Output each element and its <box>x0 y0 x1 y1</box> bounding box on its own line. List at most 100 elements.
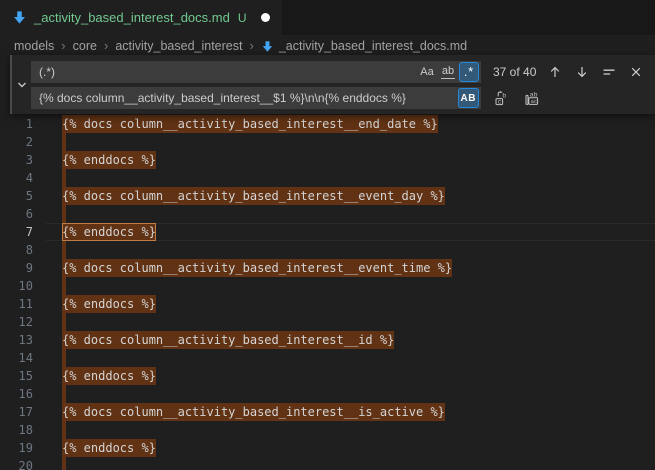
find-nav-buttons <box>544 62 655 83</box>
breadcrumb-separator: › <box>249 38 253 53</box>
line-content[interactable]: {% docs column__activity_based_interest_… <box>46 331 655 349</box>
code-line[interactable]: 15{% enddocs %} <box>0 367 655 385</box>
code-line[interactable]: 2 <box>0 133 655 151</box>
replace-input[interactable]: {% docs column__activity_based_interest_… <box>31 87 481 109</box>
line-number: 18 <box>0 421 46 439</box>
code-line[interactable]: 18 <box>0 421 655 439</box>
breadcrumb-item-file[interactable]: _activity_based_interest_docs.md <box>261 39 467 53</box>
breadcrumb-filename: _activity_based_interest_docs.md <box>279 39 467 53</box>
breadcrumb: models › core › activity_based_interest … <box>0 35 655 57</box>
line-content[interactable]: {% docs column__activity_based_interest_… <box>46 259 655 277</box>
empty-line-find-match <box>62 205 66 223</box>
code-line[interactable]: 6 <box>0 205 655 223</box>
empty-line-find-match <box>62 241 66 259</box>
line-content[interactable] <box>46 457 655 470</box>
code-line[interactable]: 4 <box>0 169 655 187</box>
code-line[interactable]: 12 <box>0 313 655 331</box>
code-editor[interactable]: 1{% docs column__activity_based_interest… <box>0 57 655 470</box>
code-line[interactable]: 5{% docs column__activity_based_interest… <box>0 187 655 205</box>
line-content[interactable] <box>46 421 655 439</box>
unsaved-changes-dot[interactable] <box>261 13 270 22</box>
svg-text:ac: ac <box>530 98 537 105</box>
regex-toggle[interactable]: .* <box>459 62 479 82</box>
replace-button[interactable]: b c <box>491 88 512 109</box>
code-line[interactable]: 11 {% enddocs %} <box>0 295 655 313</box>
line-content[interactable]: {% enddocs %} <box>46 151 655 169</box>
line-content[interactable]: {% enddocs %} <box>46 295 655 313</box>
line-content[interactable]: {% docs column__activity_based_interest_… <box>46 187 655 205</box>
line-content[interactable]: {% enddocs %} <box>46 367 655 385</box>
line-number: 2 <box>0 133 46 151</box>
empty-line-find-match <box>62 349 66 367</box>
code-line[interactable]: 14 <box>0 349 655 367</box>
line-content[interactable] <box>46 277 655 295</box>
line-number: 16 <box>0 385 46 403</box>
code-line[interactable]: 1{% docs column__activity_based_interest… <box>0 115 655 133</box>
code-line[interactable]: 19{% enddocs %} <box>0 439 655 457</box>
code-lines: 1{% docs column__activity_based_interest… <box>0 115 655 470</box>
next-match-button[interactable] <box>571 62 592 83</box>
breadcrumb-item-core[interactable]: core <box>73 39 97 53</box>
find-options: Aa ab .* <box>417 62 479 82</box>
line-number: 5 <box>0 187 46 205</box>
line-number: 11 <box>0 295 46 313</box>
line-content[interactable] <box>46 133 655 151</box>
match-case-toggle[interactable]: Aa <box>417 62 437 82</box>
whole-word-toggle[interactable]: ab <box>438 62 458 82</box>
find-input[interactable]: (.*) Aa ab .* <box>31 61 481 83</box>
line-content[interactable]: {% docs column__activity_based_interest_… <box>46 403 655 421</box>
line-content[interactable]: {% docs column__activity_based_interest_… <box>46 115 655 133</box>
line-content[interactable] <box>46 241 655 259</box>
toggle-replace-button[interactable] <box>12 55 31 114</box>
breadcrumb-item-models[interactable]: models <box>14 39 54 53</box>
selection-lines-icon <box>601 64 617 80</box>
line-content[interactable] <box>46 169 655 187</box>
code-line[interactable]: 13 {% docs column__activity_based_interes… <box>0 331 655 349</box>
line-number: 12 <box>0 313 46 331</box>
code-line[interactable]: 3{% enddocs %} <box>0 151 655 169</box>
line-number: 17 <box>0 403 46 421</box>
code-line[interactable]: 20 <box>0 457 655 470</box>
replace-all-button[interactable]: ab ac <box>521 88 542 109</box>
line-content[interactable] <box>46 313 655 331</box>
line-number: 13 <box>0 331 46 349</box>
code-line[interactable]: 10 <box>0 277 655 295</box>
find-match-highlight: {% enddocs %} <box>62 295 156 313</box>
code-line[interactable]: 16 <box>0 385 655 403</box>
previous-match-button[interactable] <box>544 62 565 83</box>
code-line[interactable]: 8 <box>0 241 655 259</box>
find-match-highlight: {% enddocs %} <box>62 439 156 457</box>
line-number: 1 <box>0 115 46 133</box>
line-content[interactable] <box>46 349 655 367</box>
empty-line-find-match <box>62 277 66 295</box>
preserve-case-toggle[interactable]: AB <box>458 88 479 108</box>
current-find-match: {% enddocs %} <box>62 223 156 241</box>
find-in-selection-button[interactable] <box>598 62 619 83</box>
empty-line-find-match <box>62 169 66 187</box>
code-line[interactable]: 9{% docs column__activity_based_interest… <box>0 259 655 277</box>
close-icon <box>628 64 644 80</box>
line-content[interactable] <box>46 205 655 223</box>
find-replace-widget: (.*) Aa ab .* 37 of 40 <box>10 55 655 114</box>
code-line[interactable]: 17{% docs column__activity_based_interes… <box>0 403 655 421</box>
find-match-highlight: {% docs column__activity_based_interest_… <box>62 331 394 349</box>
empty-line-find-match <box>62 457 66 470</box>
arrow-up-icon <box>547 64 563 80</box>
find-match-highlight: {% enddocs %} <box>62 151 156 169</box>
close-find-button[interactable] <box>625 62 646 83</box>
breadcrumb-item-activity-based-interest[interactable]: activity_based_interest <box>115 39 242 53</box>
breadcrumb-separator: › <box>104 38 108 53</box>
line-number: 15 <box>0 367 46 385</box>
line-content[interactable]: {% enddocs %} <box>46 223 655 241</box>
line-number: 20 <box>0 457 46 470</box>
markdown-file-icon <box>261 40 274 53</box>
replace-all-icon: ab ac <box>524 90 540 106</box>
code-line[interactable]: 7{% enddocs %} <box>0 223 655 241</box>
line-number: 8 <box>0 241 46 259</box>
editor-tab[interactable]: _activity_based_interest_docs.md U <box>0 0 282 35</box>
line-content[interactable]: {% enddocs %} <box>46 439 655 457</box>
arrow-down-icon <box>574 64 590 80</box>
empty-line-find-match <box>62 421 66 439</box>
line-content[interactable] <box>46 385 655 403</box>
find-match-highlight: {% docs column__activity_based_interest_… <box>62 259 452 277</box>
